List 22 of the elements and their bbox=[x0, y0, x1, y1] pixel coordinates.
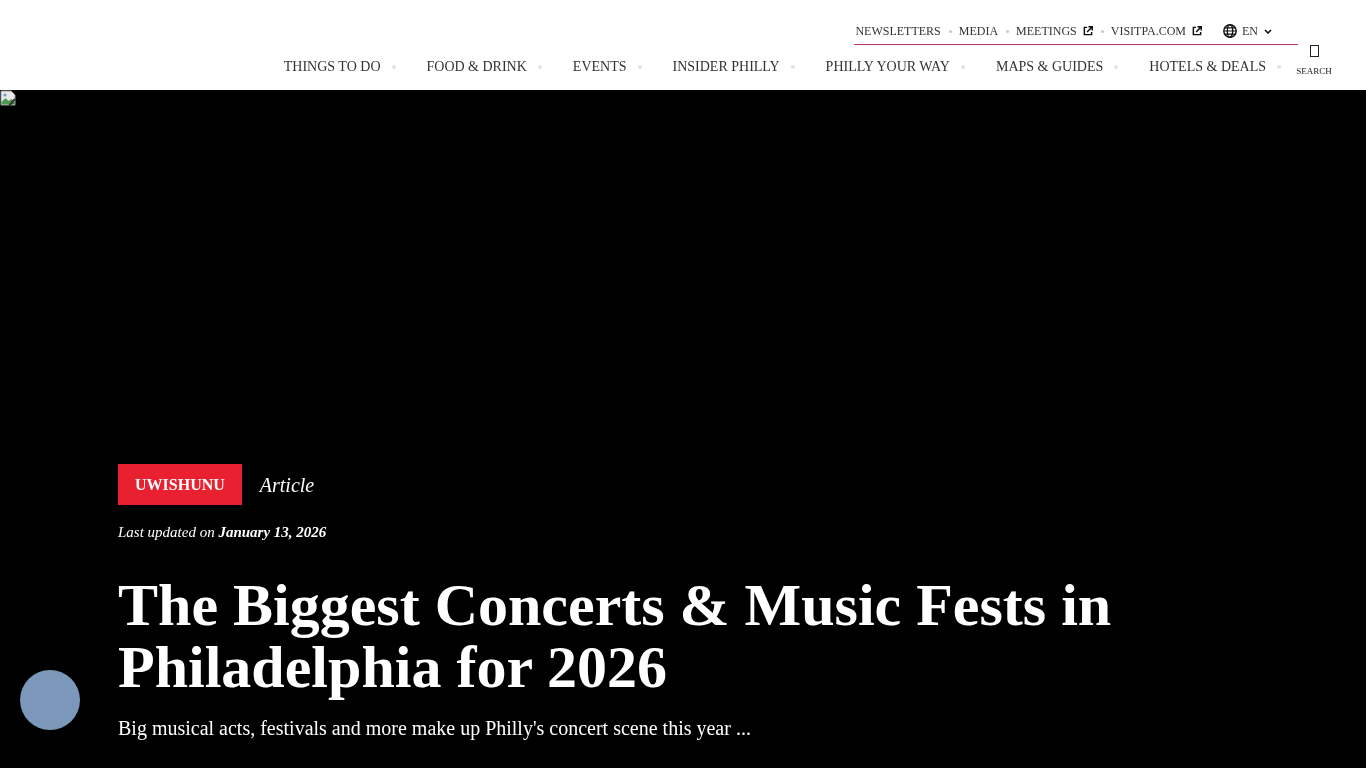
utility-nav-link[interactable]: VISITPA.COM bbox=[1110, 22, 1202, 40]
utility-nav-link[interactable]: MEDIA bbox=[958, 22, 999, 40]
main-nav-link[interactable]: EVENTS bbox=[572, 58, 627, 76]
missing-glyph-icon bbox=[1309, 45, 1319, 57]
main-nav-link[interactable]: FOOD & DRINK bbox=[426, 58, 527, 76]
main-nav-link[interactable]: INSIDER PHILLY bbox=[672, 58, 780, 76]
floating-circle-button[interactable] bbox=[20, 670, 80, 730]
category-tag[interactable]: UWISHUNU bbox=[118, 464, 242, 505]
main-nav-link[interactable]: PHILLY YOUR WAY bbox=[825, 58, 950, 76]
language-selector[interactable]: EN bbox=[1223, 23, 1272, 39]
article-title: The Biggest Concerts & Music Fests in Philadelphia for 2026 bbox=[118, 574, 1113, 698]
globe-icon bbox=[1223, 24, 1237, 38]
main-nav-link[interactable]: MAPS & GUIDES bbox=[995, 58, 1104, 76]
article-summary: Big musical acts, festivals and more make up Philly's concert scene this year ... bbox=[118, 716, 752, 740]
search-button[interactable]: SEARCH bbox=[1296, 45, 1332, 77]
chevron-down-icon bbox=[1264, 28, 1272, 34]
main-nav-link[interactable]: THINGS TO DO bbox=[283, 58, 381, 76]
content-type-label: Article bbox=[259, 472, 315, 497]
last-updated-text: Last updated on January 13, 2026 bbox=[118, 523, 328, 542]
utility-nav-link[interactable]: NEWSLETTERS bbox=[855, 22, 941, 40]
main-nav-link[interactable]: HOTELS & DEALS bbox=[1149, 58, 1266, 76]
utility-nav-link[interactable]: MEETINGS bbox=[1016, 22, 1093, 40]
